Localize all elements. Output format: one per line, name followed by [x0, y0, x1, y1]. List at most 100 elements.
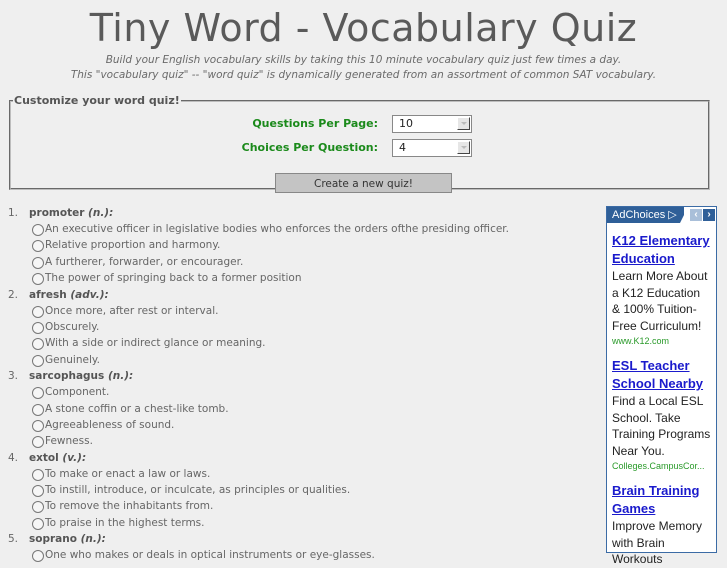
- answer-radio[interactable]: [32, 273, 44, 286]
- answer-choice[interactable]: Once more, after rest or interval.: [0, 303, 590, 319]
- answer-choice[interactable]: Obscurely.: [0, 319, 590, 335]
- answer-radio[interactable]: [32, 338, 44, 351]
- questions-per-page-select[interactable]: 10: [392, 115, 472, 133]
- part-of-speech: (v.):: [62, 451, 87, 464]
- dropdown-arrow-icon[interactable]: [457, 141, 470, 154]
- answer-choice-text: Genuinely.: [45, 353, 100, 366]
- chevron-right-icon[interactable]: ›: [703, 209, 715, 221]
- answer-choice-text: An executive officer in legislative bodi…: [45, 223, 509, 235]
- answer-choice[interactable]: With a side or indirect glance or meanin…: [0, 335, 590, 351]
- ad-title-link[interactable]: K12 Elementary Education: [612, 232, 711, 268]
- ad-items: K12 Elementary Education Learn More About …: [607, 232, 716, 568]
- answer-choice[interactable]: To make or enact a law or laws.: [0, 466, 590, 482]
- answer-radio[interactable]: [32, 403, 44, 416]
- answer-radio[interactable]: [32, 550, 44, 563]
- answer-radio[interactable]: [32, 387, 44, 400]
- ad-item: ESL Teacher School Nearby Find a Local ESL…: [607, 357, 716, 473]
- choices-per-question-value: 4: [399, 141, 406, 154]
- answer-radio[interactable]: [32, 305, 44, 318]
- question-heading: 1. promoter (n.):: [0, 205, 590, 221]
- question-number: 4.: [8, 451, 19, 464]
- answer-radio[interactable]: [32, 485, 44, 498]
- answer-choice-text: To make or enact a law or laws.: [45, 467, 211, 480]
- ad-description: Learn More About a K12 Education & 100% …: [612, 269, 708, 333]
- ad-item: Brain Training Games Improve Memory with B…: [607, 482, 716, 568]
- answer-radio[interactable]: [32, 256, 44, 269]
- answer-choice[interactable]: To remove the inhabitants from.: [0, 498, 590, 514]
- answer-choice-text: Component.: [45, 386, 110, 399]
- question-word: afresh (adv.):: [29, 287, 109, 303]
- answer-choice[interactable]: To praise in the highest terms.: [0, 515, 590, 531]
- question-number: 1.: [8, 207, 19, 219]
- answer-choice-text: To praise in the highest terms.: [45, 516, 205, 529]
- choices-per-question-row: Choices Per Question: 4: [11, 139, 708, 157]
- subtitle-line-2: This "vocabulary quiz" -- "word quiz" is…: [70, 69, 657, 81]
- create-new-quiz-button[interactable]: Create a new quiz!: [275, 173, 452, 193]
- questions-per-page-value: 10: [399, 117, 413, 130]
- answer-radio[interactable]: [32, 468, 44, 481]
- answer-radio[interactable]: [32, 419, 44, 432]
- adchoices-link[interactable]: AdChoices ▷: [612, 208, 677, 222]
- ad-url-link[interactable]: Colleges.CampusCor...: [612, 460, 711, 473]
- answer-choice[interactable]: One who makes or deals in optical instru…: [0, 547, 590, 563]
- answer-choice[interactable]: An executive officer in legislative bodi…: [0, 221, 590, 237]
- answer-radio[interactable]: [32, 240, 44, 253]
- answer-choice[interactable]: The power of springing back to a former …: [0, 270, 590, 286]
- ad-description: Find a Local ESL School. Take Training P…: [612, 394, 711, 458]
- ad-nav: ‹ ›: [684, 207, 716, 223]
- answer-choice-text: Agreeableness of sound.: [45, 418, 175, 431]
- answer-choice[interactable]: To instill, introduce, or inculcate, as …: [0, 482, 590, 498]
- answer-choice[interactable]: Fewness.: [0, 433, 590, 449]
- question-word: extol (v.):: [29, 450, 86, 466]
- answer-choice[interactable]: A furtherer, forwarder, or encourager.: [0, 254, 590, 270]
- answer-choice-text: The power of springing back to a former …: [45, 272, 302, 285]
- ad-title-link[interactable]: ESL Teacher School Nearby: [612, 357, 711, 393]
- ad-description: Improve Memory with Brain Workouts: [612, 519, 703, 566]
- answer-choice[interactable]: Component.: [0, 384, 590, 400]
- answer-choice-text: Fewness.: [45, 435, 93, 448]
- ad-header: AdChoices ▷ ‹ ›: [607, 207, 716, 223]
- ad-item: K12 Elementary Education Learn More About …: [607, 232, 716, 348]
- question-heading: 4. extol (v.):: [0, 450, 590, 466]
- question-word-text: extol: [29, 451, 59, 464]
- answer-choice[interactable]: Agreeableness of sound.: [0, 417, 590, 433]
- answer-choice-text: Obscurely.: [45, 320, 100, 333]
- answer-radio[interactable]: [32, 517, 44, 530]
- part-of-speech: (n.):: [80, 533, 106, 546]
- ad-panel: AdChoices ▷ ‹ › K12 Elementary Education L…: [606, 206, 717, 566]
- quiz-list: 1. promoter (n.): An executive officer in …: [0, 205, 590, 564]
- answer-choice[interactable]: A stone coffin or a chest-like tomb.: [0, 401, 590, 417]
- chevron-left-icon[interactable]: ‹: [690, 209, 702, 221]
- answer-choice-text: With a side or indirect glance or meanin…: [45, 337, 266, 350]
- dropdown-arrow-icon[interactable]: [457, 117, 470, 130]
- answer-radio[interactable]: [32, 436, 44, 449]
- answer-choice[interactable]: Relative proportion and harmony.: [0, 237, 590, 253]
- choices-per-question-select[interactable]: 4: [392, 139, 472, 157]
- subtitle-line-1: Build your English vocabulary skills by …: [105, 54, 622, 66]
- ad-title-line-1: Brain Training: [612, 483, 700, 498]
- answer-radio[interactable]: [32, 224, 44, 236]
- answer-choice-text: A stone coffin or a chest-like tomb.: [45, 402, 229, 415]
- answer-choice-text: Relative proportion and harmony.: [45, 239, 221, 252]
- answer-choice[interactable]: Genuinely.: [0, 352, 590, 368]
- part-of-speech: (n.):: [107, 370, 134, 383]
- page-subtitle: Build your English vocabulary skills by …: [0, 53, 727, 83]
- ad-title-line-1: K12 Elementary: [612, 233, 710, 248]
- question-word-text: afresh: [29, 288, 67, 301]
- ad-title-link[interactable]: Brain Training Games: [612, 482, 711, 518]
- adchoices-label: AdChoices: [612, 209, 666, 221]
- question-word-text: soprano: [29, 533, 77, 546]
- answer-radio[interactable]: [32, 321, 44, 334]
- question-word-text: promoter: [29, 207, 85, 219]
- ad-title-line-2: Education: [612, 251, 675, 266]
- question-number: 3.: [8, 370, 19, 383]
- customize-legend: Customize your word quiz!: [14, 94, 180, 107]
- ad-url-link[interactable]: www.K12.com: [612, 335, 711, 348]
- answer-radio[interactable]: [32, 354, 44, 367]
- answer-choice-text: One who makes or deals in optical instru…: [45, 549, 375, 562]
- answer-choice-text: To instill, introduce, or inculcate, as …: [45, 484, 351, 497]
- answer-radio[interactable]: [32, 501, 44, 514]
- question-heading: 2. afresh (adv.):: [0, 287, 590, 303]
- ad-title-line-1: ESL Teacher: [612, 358, 690, 373]
- question-word: sarcophagus (n.):: [29, 368, 133, 384]
